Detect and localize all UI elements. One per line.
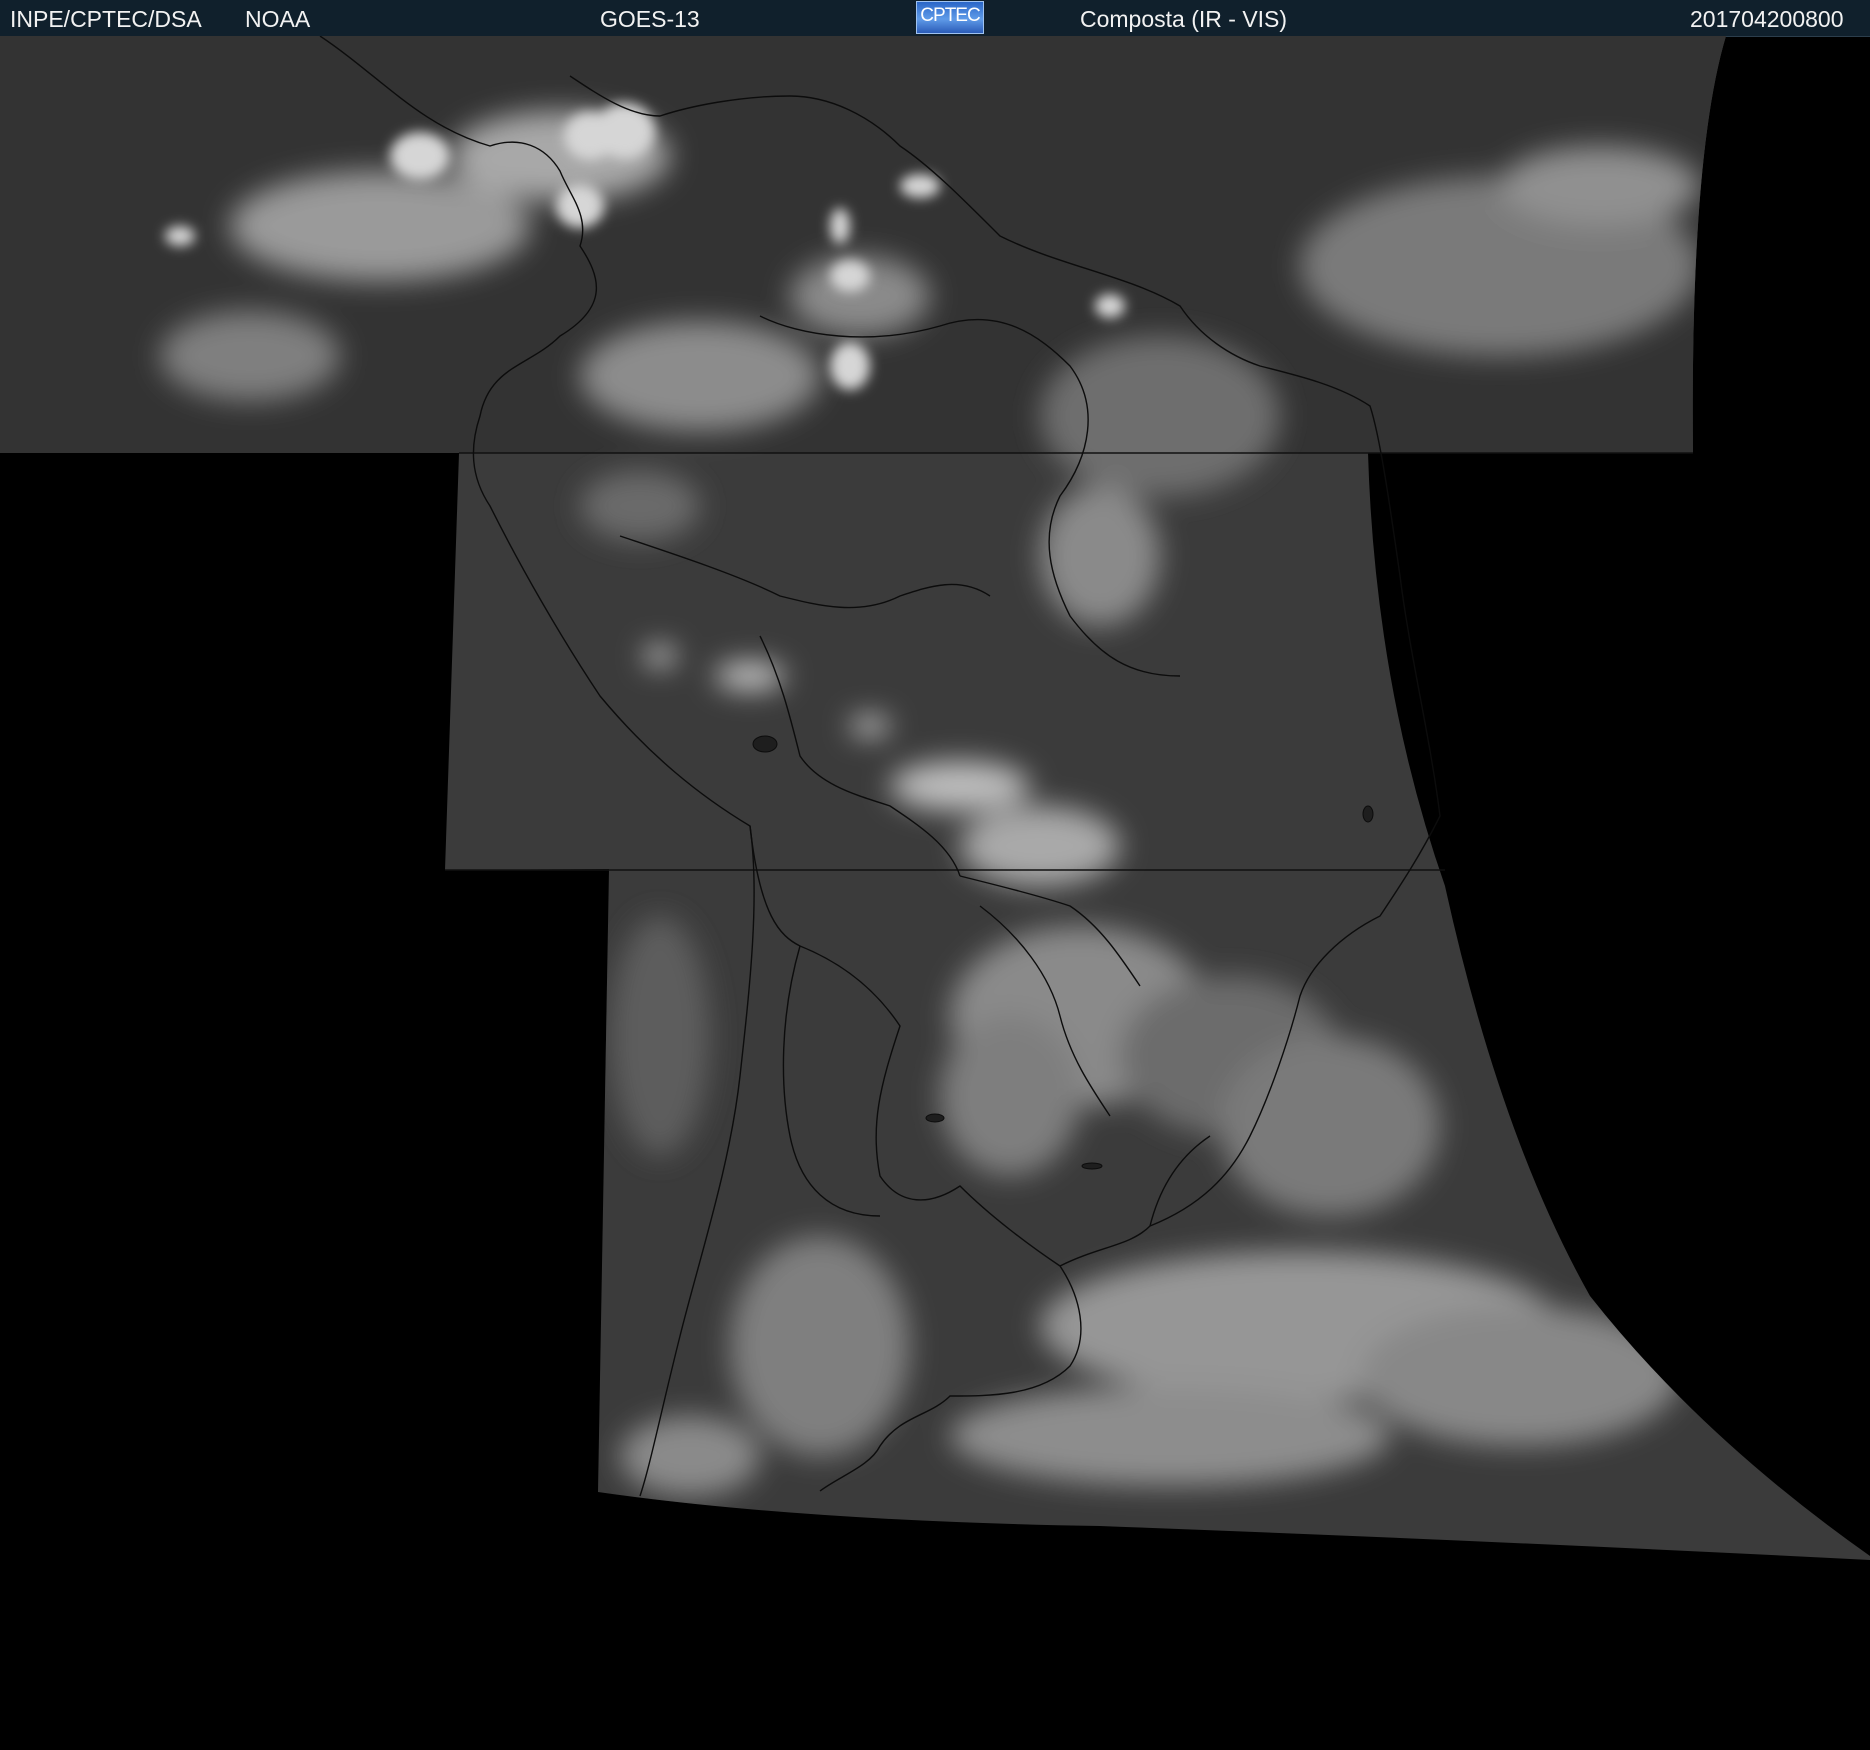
timestamp-label: 201704200800	[1690, 6, 1844, 32]
logo-text: CPTEC	[920, 5, 980, 26]
cptec-logo: CPTEC	[916, 1, 984, 34]
header-bar: INPE/CPTEC/DSA NOAA GOES-13 CPTEC Compos…	[0, 0, 1870, 37]
satellite-label: GOES-13	[600, 6, 700, 32]
source-label: NOAA	[245, 6, 311, 32]
product-label: Composta (IR - VIS)	[1080, 6, 1288, 32]
agency-label: INPE/CPTEC/DSA	[10, 6, 202, 32]
satellite-composite-map	[0, 36, 1870, 1560]
imagery-panels	[0, 36, 1870, 1560]
